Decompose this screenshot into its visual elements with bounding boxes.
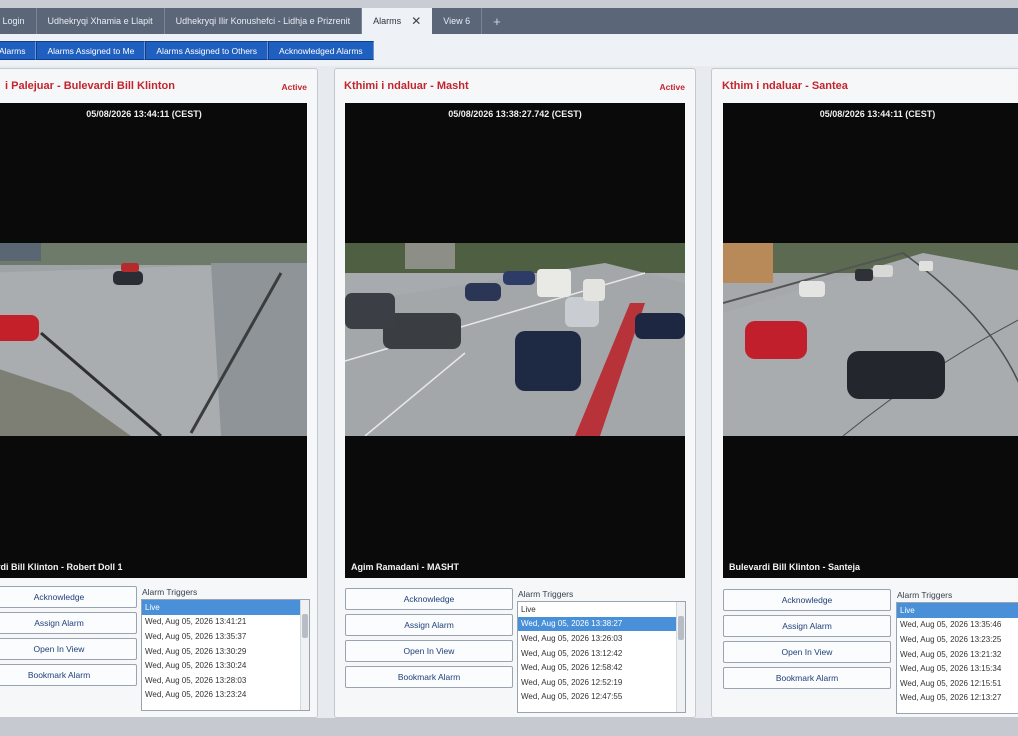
open-in-view-button[interactable]: Open In View [0, 638, 137, 660]
trigger-item[interactable]: Wed, Aug 05, 2026 13:21:32 [897, 647, 1018, 662]
tab-label: View 6 [443, 16, 471, 26]
assign-alarm-button[interactable]: Assign Alarm [345, 614, 513, 636]
plus-icon: + [493, 13, 501, 29]
add-tab-button[interactable]: + [482, 8, 512, 34]
acknowledge-button[interactable]: Acknowledge [723, 589, 891, 611]
camera-frame [0, 243, 307, 436]
window-top-strip [0, 0, 1018, 8]
filter-acknowledged-button[interactable]: Acknowledged Alarms [268, 41, 374, 60]
trigger-item[interactable]: Wed, Aug 05, 2026 13:28:03 [142, 673, 309, 688]
video-timestamp: 05/08/2026 13:38:27.742 (CEST) [448, 109, 582, 119]
video-timestamp: 05/08/2026 13:44:11 (CEST) [819, 109, 936, 119]
video-timestamp: 05/08/2026 13:44:11 (CEST) [86, 109, 202, 119]
tab-label: Udhekryqi Ilir Konushefci - Lidhja e Pri… [175, 16, 351, 26]
alarm-triggers-list[interactable]: Live Wed, Aug 05, 2026 13:35:46 Wed, Aug… [896, 602, 1018, 714]
alarm-panel: Kthimi i ndaluar - Masht Active 05/08/20… [334, 68, 696, 718]
trigger-item[interactable]: Wed, Aug 05, 2026 13:26:03 [518, 631, 685, 646]
triggers-scrollbar[interactable] [300, 600, 309, 710]
acknowledge-button[interactable]: Acknowledge [0, 586, 137, 608]
trigger-item[interactable]: Wed, Aug 05, 2026 12:15:51 [897, 676, 1018, 691]
trigger-item[interactable]: Wed, Aug 05, 2026 13:41:21 [142, 615, 309, 630]
bottom-status-bar [0, 718, 1018, 736]
trigger-item[interactable]: Wed, Aug 05, 2026 12:58:42 [518, 660, 685, 675]
camera-caption: Bulevardi Bill Klinton - Santeja [729, 562, 861, 572]
camera-caption: Agim Ramadani - MASHT [351, 562, 460, 572]
camera-video[interactable]: 05/08/2026 13:38:27.742 (CEST) Agim Rama… [345, 103, 685, 578]
trigger-item[interactable]: Live [142, 600, 309, 615]
camera-frame [345, 243, 685, 436]
tab-xhamia-e-llapit[interactable]: Udhekryqi Xhamia e Llapit [37, 8, 165, 34]
trigger-item[interactable]: Wed, Aug 05, 2026 13:35:46 [897, 618, 1018, 633]
alarm-triggers-list[interactable]: Live Wed, Aug 05, 2026 13:38:27 Wed, Aug… [517, 601, 686, 713]
alarm-manager-window: e Login Udhekryqi Xhamia e Llapit Udhekr… [0, 0, 1018, 736]
trigger-item[interactable]: Wed, Aug 05, 2026 13:12:42 [518, 646, 685, 661]
acknowledge-button[interactable]: Acknowledge [345, 588, 513, 610]
trigger-item[interactable]: Live [897, 603, 1018, 618]
triggers-scrollbar[interactable] [676, 602, 685, 712]
filter-alarms-button[interactable]: Alarms [0, 41, 37, 60]
tab-alarms[interactable]: Alarms ✕ [362, 8, 433, 34]
tab-label: Alarms [373, 16, 402, 26]
camera-caption: vardi Bill Klinton - Robert Doll 1 [0, 562, 123, 572]
trigger-item[interactable]: Wed, Aug 05, 2026 12:52:19 [518, 675, 685, 690]
scrollbar-thumb[interactable] [302, 614, 308, 638]
trigger-item[interactable]: Wed, Aug 05, 2026 12:47:55 [518, 690, 685, 705]
scrollbar-thumb[interactable] [678, 616, 684, 640]
trigger-item[interactable]: Wed, Aug 05, 2026 13:15:34 [897, 661, 1018, 676]
tab-bar: e Login Udhekryqi Xhamia e Llapit Udhekr… [0, 8, 1018, 34]
alarm-title: Kthim i ndaluar - Santea [722, 80, 848, 92]
alarm-triggers-label: Alarm Triggers [897, 590, 953, 600]
open-in-view-button[interactable]: Open In View [723, 641, 891, 663]
alarm-panel: Kthim i ndaluar - Santea 05/08/2026 13:4… [711, 68, 1018, 718]
trigger-item[interactable]: Wed, Aug 05, 2026 13:30:29 [142, 644, 309, 659]
trigger-item[interactable]: Live [518, 602, 685, 617]
trigger-item[interactable]: Wed, Aug 05, 2026 13:38:27 [518, 616, 685, 632]
alarm-triggers-label: Alarm Triggers [518, 589, 574, 599]
camera-video[interactable]: 05/08/2026 13:44:11 (CEST) Bulevardi Bil… [723, 103, 1018, 578]
tab-view-6[interactable]: View 6 [432, 8, 483, 34]
assign-alarm-button[interactable]: Assign Alarm [723, 615, 891, 637]
tab-label: e Login [0, 16, 25, 26]
trigger-item[interactable]: Wed, Aug 05, 2026 13:30:24 [142, 658, 309, 673]
trigger-item[interactable]: Wed, Aug 05, 2026 13:23:24 [142, 688, 309, 703]
camera-frame [723, 243, 1018, 436]
alarm-panel: i Palejuar - Bulevardi Bill Klinton Acti… [0, 68, 318, 718]
tab-label: Udhekryqi Xhamia e Llapit [47, 16, 153, 26]
trigger-item[interactable]: Wed, Aug 05, 2026 13:35:37 [142, 629, 309, 644]
filter-bar: Alarms Alarms Assigned to Me Alarms Assi… [0, 34, 1018, 66]
filter-assigned-to-me-button[interactable]: Alarms Assigned to Me [36, 41, 146, 60]
open-in-view-button[interactable]: Open In View [345, 640, 513, 662]
alarm-triggers-label: Alarm Triggers [142, 587, 198, 597]
bookmark-alarm-button[interactable]: Bookmark Alarm [723, 667, 891, 689]
alarm-triggers-list[interactable]: Live Wed, Aug 05, 2026 13:41:21 Wed, Aug… [141, 599, 310, 711]
bookmark-alarm-button[interactable]: Bookmark Alarm [0, 664, 137, 686]
assign-alarm-button[interactable]: Assign Alarm [0, 612, 137, 634]
alarm-panels-area: i Palejuar - Bulevardi Bill Klinton Acti… [0, 66, 1018, 736]
alarm-status: Active [659, 82, 685, 92]
alarm-status: Active [281, 82, 307, 92]
filter-assigned-to-others-button[interactable]: Alarms Assigned to Others [145, 41, 269, 60]
trigger-item[interactable]: Wed, Aug 05, 2026 12:13:27 [897, 691, 1018, 706]
tab-ilir-konushefci[interactable]: Udhekryqi Ilir Konushefci - Lidhja e Pri… [165, 8, 363, 34]
alarm-title: Kthimi i ndaluar - Masht [344, 80, 469, 92]
trigger-item[interactable]: Wed, Aug 05, 2026 13:23:25 [897, 632, 1018, 647]
bookmark-alarm-button[interactable]: Bookmark Alarm [345, 666, 513, 688]
camera-video[interactable]: 05/08/2026 13:44:11 (CEST) vardi Bill Kl… [0, 103, 307, 578]
alarm-title: i Palejuar - Bulevardi Bill Klinton [5, 80, 175, 92]
tab-login[interactable]: e Login [0, 8, 37, 34]
close-icon[interactable]: ✕ [411, 14, 421, 28]
